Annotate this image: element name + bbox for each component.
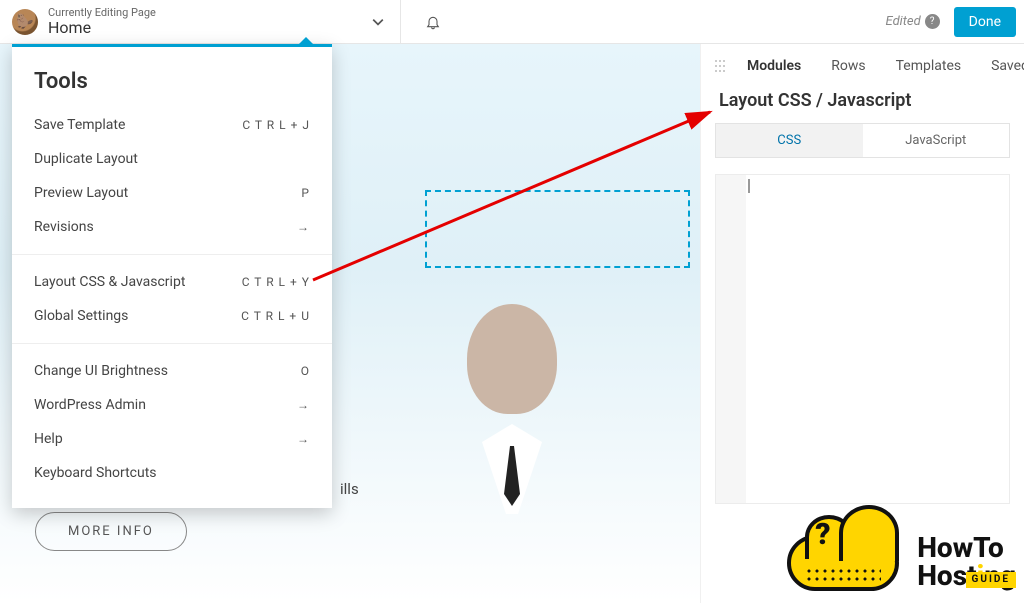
brand-text: HowTo Hosting GUIDE: [917, 534, 1016, 588]
tab-saved[interactable]: Saved: [991, 58, 1024, 74]
menu-preview-layout[interactable]: Preview LayoutP: [12, 176, 332, 210]
drag-handle-icon[interactable]: [715, 60, 717, 72]
guide-tag: GUIDE: [966, 572, 1016, 588]
css-js-subtabs: CSS JavaScript: [715, 123, 1010, 158]
topbar-divider: [400, 0, 401, 44]
menu-help[interactable]: Help→: [12, 422, 332, 456]
panel-heading: Layout CSS / Javascript: [701, 86, 1024, 123]
menu-revisions[interactable]: Revisions→: [12, 210, 332, 244]
menu-ui-brightness[interactable]: Change UI BrightnessO: [12, 354, 332, 388]
menu-separator: [12, 254, 332, 255]
edited-status[interactable]: Edited ?: [886, 14, 940, 29]
top-bar-right: Edited ? Done: [886, 7, 1016, 37]
menu-layout-css-js[interactable]: Layout CSS & JavascriptC T R L + Y: [12, 265, 332, 299]
menu-save-template[interactable]: Save TemplateC T R L + J: [12, 108, 332, 142]
tab-rows[interactable]: Rows: [831, 58, 865, 74]
top-bar-left: 🦫 Currently Editing Page Home: [12, 1, 451, 43]
tab-templates[interactable]: Templates: [896, 58, 962, 74]
done-button[interactable]: Done: [954, 7, 1016, 37]
module-drop-zone[interactable]: [425, 190, 690, 268]
menu-global-settings[interactable]: Global SettingsC T R L + U: [12, 299, 332, 333]
menu-wp-admin[interactable]: WordPress Admin→: [12, 388, 332, 422]
bell-icon: [425, 14, 441, 30]
help-icon: ?: [925, 14, 940, 29]
cloud-icon: ?: [787, 525, 907, 597]
menu-keyboard-shortcuts[interactable]: Keyboard Shortcuts: [12, 456, 332, 490]
tools-heading: Tools: [12, 69, 332, 108]
editing-subtitle: Currently Editing Page: [48, 7, 156, 19]
panel-tabs: Modules Rows Templates Saved: [701, 44, 1024, 86]
subtab-javascript[interactable]: JavaScript: [863, 124, 1010, 157]
title-dropdown-toggle[interactable]: [366, 10, 390, 34]
builder-logo-icon: 🦫: [12, 9, 38, 35]
page-title: Home: [48, 19, 156, 37]
background-person-graphic: [302, 304, 722, 603]
page-title-block[interactable]: Currently Editing Page Home: [48, 7, 156, 37]
notifications-button[interactable]: [415, 4, 451, 40]
chevron-down-icon: [372, 16, 384, 28]
stage-peek-text: ills: [340, 480, 359, 498]
tools-dropdown: Tools Save TemplateC T R L + J Duplicate…: [12, 44, 332, 508]
code-editor[interactable]: [715, 174, 1010, 504]
menu-separator: [12, 343, 332, 344]
top-bar: 🦫 Currently Editing Page Home Edited ? D…: [0, 0, 1024, 44]
more-info-button[interactable]: MORE INFO: [35, 512, 187, 551]
subtab-css[interactable]: CSS: [716, 124, 863, 157]
menu-duplicate-layout[interactable]: Duplicate Layout: [12, 142, 332, 176]
tab-modules[interactable]: Modules: [747, 58, 801, 74]
howtohosting-watermark: ? HowTo Hosting GUIDE: [787, 525, 1016, 597]
